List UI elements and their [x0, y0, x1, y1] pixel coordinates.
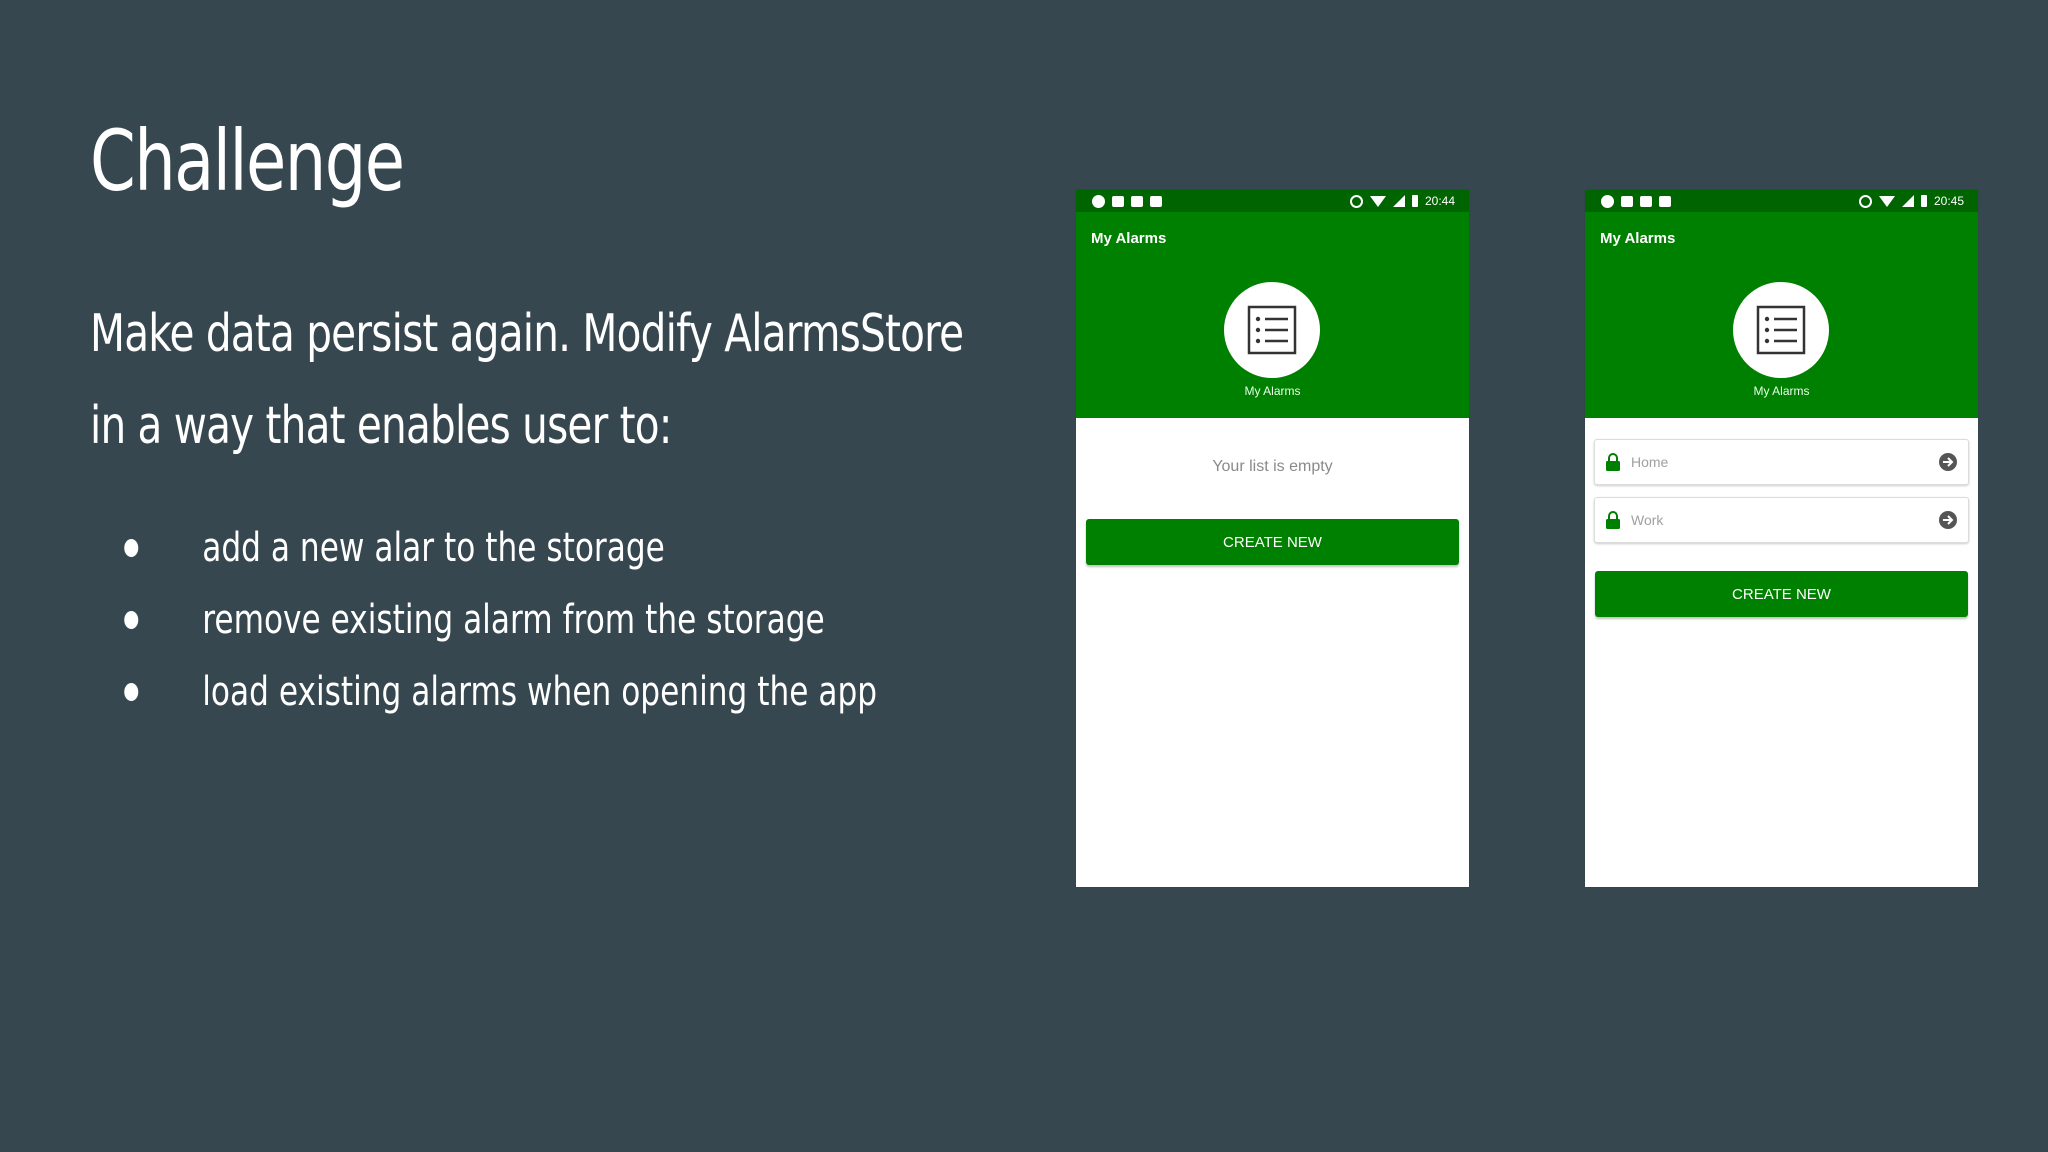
create-new-button[interactable]: CREATE NEW: [1595, 571, 1968, 617]
arrow-circle-right-icon[interactable]: [1938, 452, 1958, 472]
bullet-list: add a new alar to the storage remove exi…: [118, 512, 877, 728]
bullet-text: add a new alar to the storage: [202, 525, 665, 571]
alarm-row: [1594, 439, 1969, 485]
app-header: My Alarms My Alarms: [1585, 212, 1978, 418]
status-bar: 20:45: [1585, 190, 1978, 212]
battery-icon: [1920, 195, 1927, 207]
dropbox-icon: [1640, 195, 1652, 207]
dropbox-icon: [1112, 195, 1124, 207]
list-icon: [1756, 305, 1806, 355]
bullet-dot-icon: [124, 683, 139, 701]
bullet-text: remove existing alarm from the storage: [202, 597, 825, 643]
wifi-icon: [1878, 195, 1895, 207]
mail-icon: [1659, 195, 1671, 207]
app-header: My Alarms My Alarms: [1076, 212, 1469, 418]
bullet-dot-icon: [124, 611, 139, 629]
header-caption: My Alarms: [1244, 384, 1301, 398]
slide-intro: Make data persist again. Modify AlarmsSt…: [90, 288, 964, 472]
create-new-button[interactable]: CREATE NEW: [1086, 519, 1459, 565]
bullet-item: load existing alarms when opening the ap…: [118, 656, 877, 728]
app-bar-title: My Alarms: [1091, 230, 1167, 247]
header-avatar: [1224, 282, 1320, 378]
status-bar: 20:44: [1076, 190, 1469, 212]
gallery-icon: [1131, 195, 1143, 207]
intro-line-2: in a way that enables user to:: [90, 396, 672, 456]
alarm-name-input[interactable]: [1629, 511, 1938, 529]
signal-icon: [1901, 195, 1914, 207]
alarm-status-icon: [1349, 194, 1363, 208]
bullet-dot-icon: [124, 539, 139, 557]
signal-icon: [1392, 195, 1405, 207]
alarm-row: [1594, 497, 1969, 543]
alarm-name-input[interactable]: [1629, 453, 1938, 471]
list-icon: [1247, 305, 1297, 355]
header-avatar: [1733, 282, 1829, 378]
phone-screenshot-empty: 20:44 My Alarms My Alarms Your list is e…: [1076, 190, 1469, 887]
notification-icon: [1092, 194, 1105, 208]
lock-icon: [1605, 511, 1621, 529]
gallery-icon: [1621, 195, 1633, 207]
intro-line-1: Make data persist again. Modify AlarmsSt…: [90, 304, 964, 364]
slide-title: Challenge: [90, 112, 405, 210]
header-caption: My Alarms: [1753, 384, 1810, 398]
bullet-item: remove existing alarm from the storage: [118, 584, 877, 656]
bullet-text: load existing alarms when opening the ap…: [202, 669, 878, 715]
mail-icon: [1150, 195, 1162, 207]
phone-screenshot-alarms: 20:45 My Alarms My Alarms Home Work CREA…: [1585, 190, 1978, 887]
arrow-circle-right-icon[interactable]: [1938, 510, 1958, 530]
notification-icon: [1601, 194, 1614, 208]
bullet-item: add a new alar to the storage: [118, 512, 877, 584]
wifi-icon: [1369, 195, 1386, 207]
battery-icon: [1411, 195, 1418, 207]
status-time: 20:45: [1933, 194, 1964, 208]
lock-icon: [1605, 453, 1621, 471]
status-time: 20:44: [1424, 194, 1455, 208]
alarm-status-icon: [1858, 194, 1872, 208]
empty-list-text: Your list is empty: [1212, 458, 1333, 475]
app-bar-title: My Alarms: [1600, 230, 1676, 247]
